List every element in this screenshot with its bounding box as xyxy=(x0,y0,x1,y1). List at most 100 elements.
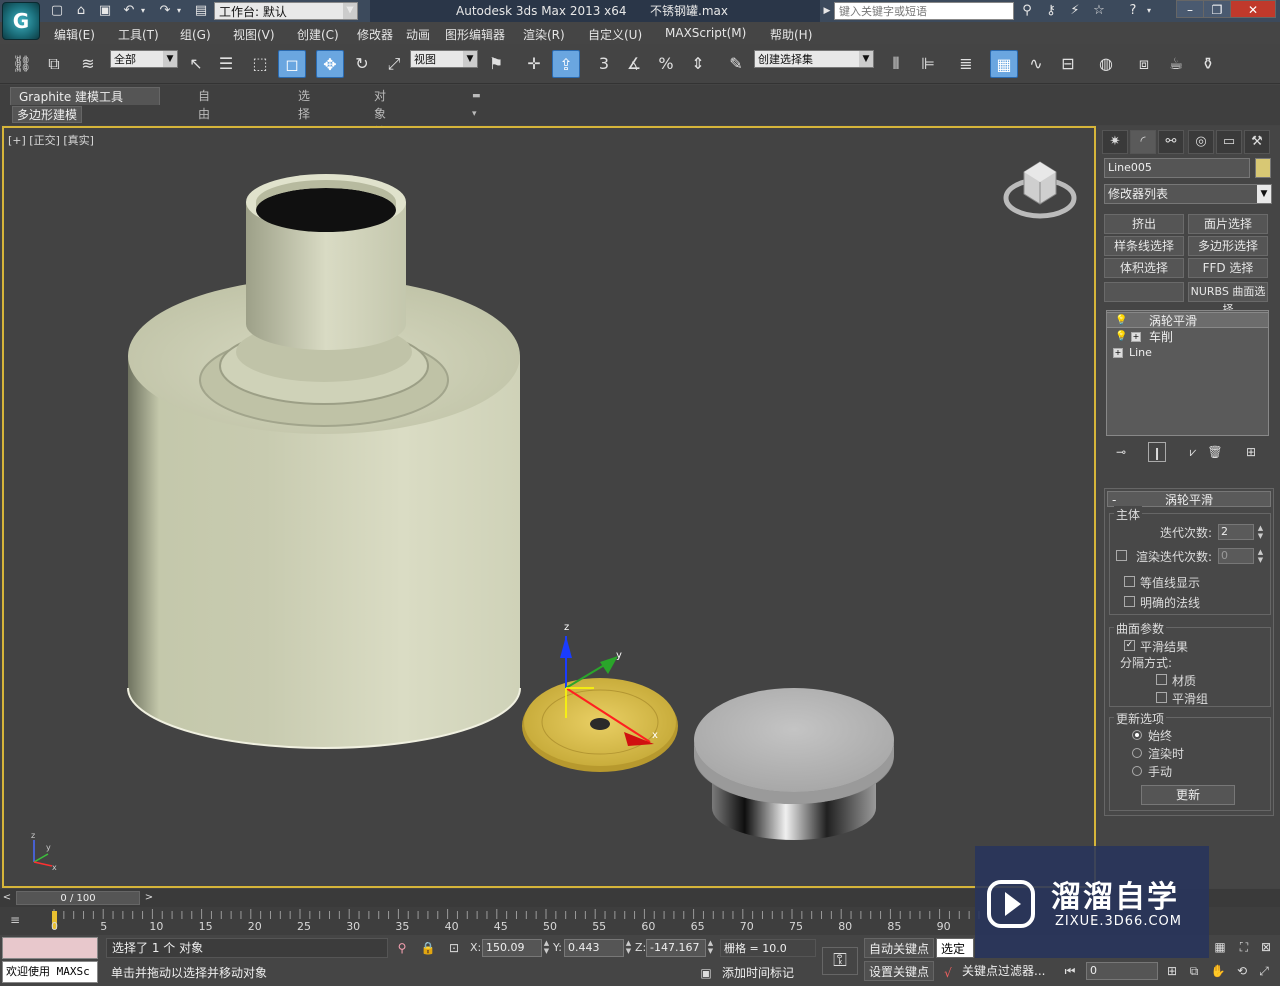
menu-modifiers[interactable]: 修改器 xyxy=(357,26,393,43)
render-iters-spinner[interactable]: 0 xyxy=(1218,548,1254,564)
tab-object-paint[interactable]: 对象绘制 xyxy=(366,87,394,157)
angle-snap-icon[interactable]: ∡ xyxy=(620,50,648,78)
spline-select-button[interactable]: 样条线选择 xyxy=(1104,236,1184,256)
spinner-arrows-icon[interactable]: ▲ ▼ xyxy=(1256,548,1265,564)
key-filter-icon[interactable]: √ xyxy=(940,965,956,981)
zoom-all-icon[interactable]: ▦ xyxy=(1212,939,1228,955)
render-iters-checkbox[interactable] xyxy=(1116,550,1127,561)
menu-group[interactable]: 组(G) xyxy=(180,26,211,43)
maximize-viewport-icon[interactable]: ⤢ xyxy=(1256,963,1272,979)
keyboard-shortcut-override-icon[interactable]: ⇪ xyxy=(552,50,580,78)
render-setup-icon[interactable]: ⧈ xyxy=(1130,50,1158,78)
welcome-text[interactable]: 欢迎使用 MAXSc xyxy=(2,961,98,983)
tab-graphite-modeling[interactable]: Graphite 建模工具 xyxy=(10,87,160,105)
remove-modifier-icon[interactable]: 🗑 xyxy=(1206,442,1224,462)
update-always-radio[interactable] xyxy=(1132,730,1142,740)
time-slider-thumb[interactable]: 0 / 100 xyxy=(16,891,140,905)
display-tab-icon[interactable]: ▭ xyxy=(1216,130,1242,154)
menu-animation[interactable]: 动画 xyxy=(406,26,430,43)
expand-plus-icon[interactable]: + xyxy=(1131,332,1141,342)
scene-canvas[interactable]: z y x z y x xyxy=(4,128,1096,888)
workspace-select[interactable]: 工作台: 默认 ▼ xyxy=(214,2,358,20)
iterations-spinner[interactable]: 2 xyxy=(1218,524,1254,540)
modifier-list-select[interactable]: 修改器列表 ▼ xyxy=(1104,184,1272,204)
app-logo-icon[interactable]: G xyxy=(2,2,40,40)
key-mode-toggle-icon[interactable]: ⏮ xyxy=(1062,963,1078,979)
menu-graph-editors[interactable]: 图形编辑器 xyxy=(445,26,505,43)
select-and-scale-icon[interactable]: ⤢ xyxy=(380,50,408,78)
menu-tools[interactable]: 工具(T) xyxy=(118,26,159,43)
subscription-icon[interactable]: ⚷ xyxy=(1042,3,1060,19)
polygon-modeling-panel[interactable]: 多边形建模 xyxy=(12,106,83,123)
object-name-field[interactable]: Line005 xyxy=(1104,158,1250,178)
expand-plus-icon[interactable]: + xyxy=(1113,348,1123,358)
modify-tab-icon[interactable]: ◜ xyxy=(1130,130,1156,154)
utilities-tab-icon[interactable]: ⚒ xyxy=(1244,130,1270,154)
set-key-button[interactable]: 设置关键点 xyxy=(864,961,935,981)
isoline-display-checkbox[interactable] xyxy=(1124,576,1135,587)
select-and-link-icon[interactable]: ⛓ xyxy=(8,50,36,78)
menu-edit[interactable]: 编辑(E) xyxy=(54,26,95,43)
patch-select-button[interactable]: 面片选择 xyxy=(1188,214,1268,234)
menu-help[interactable]: 帮助(H) xyxy=(770,26,812,43)
help-dropdown-icon[interactable]: ▾ xyxy=(1144,3,1154,19)
extrude-button[interactable]: 挤出 xyxy=(1104,214,1184,234)
percent-snap-icon[interactable]: % xyxy=(652,50,680,78)
smoothing-groups-checkbox[interactable] xyxy=(1156,692,1167,703)
lightbulb-icon[interactable]: 💡 xyxy=(1115,329,1127,345)
materials-checkbox[interactable] xyxy=(1156,674,1167,685)
poly-select-button[interactable]: 多边形选择 xyxy=(1188,236,1268,256)
orbit-icon[interactable]: ⟲ xyxy=(1234,963,1250,979)
zoom-extents-icon[interactable]: ⧉ xyxy=(1186,963,1202,979)
spinner-snap-icon[interactable]: ⇕ xyxy=(684,50,712,78)
select-and-move-icon[interactable]: ✥ xyxy=(316,50,344,78)
tab-freeform[interactable]: 自由形式 xyxy=(190,87,218,157)
perspective-viewport[interactable]: [+] [正交] [真实] z y x z y x xyxy=(2,126,1096,888)
can-model[interactable] xyxy=(127,174,521,749)
current-frame-field[interactable]: 0 xyxy=(1086,962,1158,980)
save-file-icon[interactable]: ▣ xyxy=(96,3,114,19)
select-and-manipulate-icon[interactable]: ✛ xyxy=(520,50,548,78)
quick-access-dropdown-icon[interactable]: ▼ xyxy=(344,3,356,19)
open-file-icon[interactable]: ⌂ xyxy=(72,3,90,19)
ribbon-options-icon[interactable]: ▬ ▾ xyxy=(464,87,489,119)
explicit-normals-checkbox[interactable] xyxy=(1124,596,1135,607)
show-end-result-icon[interactable]: ❙ xyxy=(1148,442,1166,462)
open-mini-curve-editor-icon[interactable]: ≡ xyxy=(10,913,30,929)
communication-center-icon[interactable]: ⚡ xyxy=(1066,3,1084,19)
object-color-swatch[interactable] xyxy=(1255,158,1271,178)
menu-customize[interactable]: 自定义(U) xyxy=(588,26,642,43)
close-button[interactable]: ✕ xyxy=(1230,0,1276,18)
motion-tab-icon[interactable]: ◎ xyxy=(1188,130,1214,154)
modifier-stack[interactable]: 💡 涡轮平滑 💡 + 车削 + Line xyxy=(1106,310,1269,436)
time-configuration-icon[interactable]: ⊞ xyxy=(1164,963,1180,979)
align-icon[interactable]: ⊫ xyxy=(914,50,942,78)
search-input[interactable]: 键入关键字或短语 xyxy=(834,2,1014,20)
ffd-select-button[interactable]: FFD 选择 xyxy=(1188,258,1268,278)
y-coordinate-field[interactable]: 0.443 xyxy=(564,939,624,957)
maxscript-mini-listener[interactable] xyxy=(2,937,98,959)
restore-button[interactable]: ❐ xyxy=(1203,0,1231,18)
add-time-tag-button[interactable]: 添加时间标记 xyxy=(698,963,818,983)
edit-named-selection-icon[interactable]: ✎ xyxy=(722,50,750,78)
stack-item-turbosmooth[interactable]: 💡 涡轮平滑 xyxy=(1107,312,1268,328)
mirror-icon[interactable]: ⫴ xyxy=(882,50,910,78)
viewcube-icon[interactable] xyxy=(1003,161,1077,219)
named-selection-sets-select[interactable]: 创建选择集 ▼ xyxy=(754,50,874,68)
search-expand-icon[interactable]: ▶ xyxy=(822,3,832,19)
selection-lock-icon[interactable]: 🔒 xyxy=(420,940,436,956)
favorites-star-icon[interactable]: ☆ xyxy=(1090,3,1108,19)
make-unique-icon[interactable]: ⩗ xyxy=(1184,442,1202,462)
stack-item-line[interactable]: + Line xyxy=(1107,345,1268,361)
vol-select-button[interactable]: 体积选择 xyxy=(1104,258,1184,278)
z-coordinate-field[interactable]: -147.167 xyxy=(646,939,706,957)
field-of-view-icon[interactable]: ⛶ xyxy=(1236,939,1252,955)
selection-filter-select[interactable]: 全部 ▼ xyxy=(110,50,178,68)
unlink-selection-icon[interactable]: ⧉ xyxy=(40,50,68,78)
spinner-arrows-icon[interactable]: ▲ ▼ xyxy=(1256,524,1265,540)
cap-model[interactable] xyxy=(694,688,894,840)
material-editor-icon[interactable]: ◍ xyxy=(1092,50,1120,78)
rendered-frame-window-icon[interactable]: ☕ xyxy=(1162,50,1190,78)
schematic-view-icon[interactable]: ⊟ xyxy=(1054,50,1082,78)
smooth-result-checkbox[interactable]: ✓ xyxy=(1124,640,1135,651)
